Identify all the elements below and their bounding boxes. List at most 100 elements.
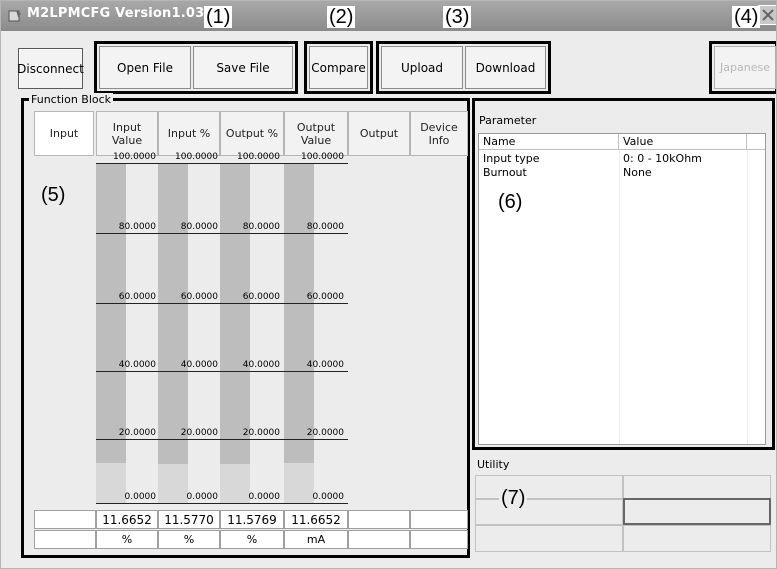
scale-label: 80.0000: [242, 222, 280, 232]
close-button[interactable]: [758, 5, 776, 25]
parameter-header-value[interactable]: Value: [619, 134, 747, 150]
scale-tick: [284, 503, 348, 504]
compare-button[interactable]: Compare: [309, 46, 368, 89]
scale-label: 80.0000: [180, 222, 218, 232]
tab-output-percent[interactable]: Output %: [220, 111, 284, 156]
scale-tick: [158, 163, 220, 164]
utility-button-4[interactable]: [623, 498, 771, 525]
scale-label: 60.0000: [180, 292, 218, 302]
scale-label: 0.0000: [186, 492, 219, 502]
scale-label: 100.0000: [237, 152, 280, 162]
close-icon: [762, 9, 774, 21]
utility-button-1[interactable]: [475, 475, 623, 499]
scale-tick: [158, 439, 220, 440]
utility-button-3[interactable]: [475, 499, 623, 525]
scale-label: 60.0000: [242, 292, 280, 302]
utility-button-2[interactable]: [623, 475, 771, 499]
scale-label: 0.0000: [312, 492, 345, 502]
scale-tick: [96, 233, 158, 234]
callout-7: (7): [499, 487, 528, 509]
scale-label: 100.0000: [301, 152, 344, 162]
scale-label: 0.0000: [124, 492, 157, 502]
scale-label: 40.0000: [242, 360, 280, 370]
bar-track-input-value: [96, 163, 126, 503]
value-cell-input-percent: 11.5770: [158, 510, 220, 529]
tab-output-value[interactable]: Output Value: [284, 111, 348, 156]
callout-6: (6): [498, 191, 523, 213]
scale-label: 100.0000: [175, 152, 218, 162]
callout-5: (5): [41, 184, 66, 206]
scale-tick: [220, 371, 284, 372]
scale-label: 80.0000: [118, 222, 156, 232]
parameter-row[interactable]: Input type 0: 0 - 10kOhm: [479, 152, 765, 165]
value-cell-output-percent: 11.5769: [220, 510, 284, 529]
scale-tick: [158, 371, 220, 372]
window-title: M2LPMCFG Version1.03: [27, 6, 205, 21]
scale-label: 40.0000: [118, 360, 156, 370]
unit-cell-input-percent: %: [158, 530, 220, 549]
scale-tick: [284, 439, 348, 440]
scale-label: 40.0000: [180, 360, 218, 370]
parameter-name: Burnout: [483, 166, 527, 179]
save-file-button[interactable]: Save File: [193, 46, 293, 89]
scale-tick: [158, 233, 220, 234]
scale-tick: [284, 303, 348, 304]
unit-cell-output-value: mA: [284, 530, 348, 549]
value-cell-input-value: 11.6652: [96, 510, 158, 529]
open-file-button[interactable]: Open File: [99, 46, 191, 89]
value-cell-input: [34, 510, 96, 529]
scale-tick: [158, 303, 220, 304]
scale-tick: [220, 303, 284, 304]
scale-label: 60.0000: [118, 292, 156, 302]
parameter-column-divider: [619, 150, 620, 444]
japanese-button: Japanese: [714, 46, 776, 89]
scale-tick: [220, 163, 284, 164]
parameter-header-name[interactable]: Name: [479, 134, 619, 150]
scale-tick: [284, 163, 348, 164]
bar-track-input-percent: [158, 163, 188, 503]
scale-tick: [96, 371, 158, 372]
unit-cell-device-info: [410, 530, 468, 549]
title-bar: M2LPMCFG Version1.03: [1, 1, 776, 31]
parameter-column-divider: [747, 150, 748, 444]
parameter-row[interactable]: Burnout None: [479, 166, 765, 179]
value-cell-output-value: 11.6652: [284, 510, 348, 529]
value-cell-device-info: [410, 510, 468, 529]
scale-tick: [96, 503, 158, 504]
scale-label: 20.0000: [242, 428, 280, 438]
callout-3: (3): [443, 6, 472, 28]
download-button[interactable]: Download: [465, 46, 546, 89]
callout-4: (4): [732, 6, 761, 28]
parameter-title: Parameter: [479, 114, 537, 127]
utility-button-6[interactable]: [623, 525, 771, 552]
disconnect-button[interactable]: Disconnect: [17, 48, 84, 89]
scale-tick: [220, 439, 284, 440]
callout-2: (2): [327, 6, 356, 28]
utility-button-5[interactable]: [475, 525, 623, 552]
scale-tick: [284, 371, 348, 372]
upload-button[interactable]: Upload: [381, 46, 463, 89]
parameter-table: Name Value Input type 0: 0 - 10kOhm Burn…: [478, 133, 766, 445]
tab-input[interactable]: Input: [34, 111, 94, 156]
app-icon: [8, 10, 21, 22]
bar-track-output-value: [284, 163, 314, 503]
unit-cell-output-percent: %: [220, 530, 284, 549]
parameter-name: Input type: [483, 152, 540, 165]
utility-title: Utility: [477, 458, 510, 471]
parameter-value: None: [623, 166, 652, 179]
scale-label: 80.0000: [306, 222, 344, 232]
unit-cell-input-value: %: [96, 530, 158, 549]
application-window: M2LPMCFG Version1.03 (1) (2) (3) (4) Dis…: [0, 0, 777, 569]
scale-label: 0.0000: [248, 492, 281, 502]
scale-label: 20.0000: [180, 428, 218, 438]
scale-tick: [96, 303, 158, 304]
value-cell-output: [348, 510, 410, 529]
scale-tick: [96, 163, 158, 164]
tab-output[interactable]: Output: [348, 111, 410, 156]
tab-input-value[interactable]: Input Value: [96, 111, 158, 156]
scale-label: 100.0000: [113, 152, 156, 162]
function-block-title: Function Block: [29, 93, 114, 106]
scale-tick: [220, 233, 284, 234]
tab-input-percent[interactable]: Input %: [158, 111, 220, 156]
tab-device-info[interactable]: Device Info: [410, 111, 468, 156]
